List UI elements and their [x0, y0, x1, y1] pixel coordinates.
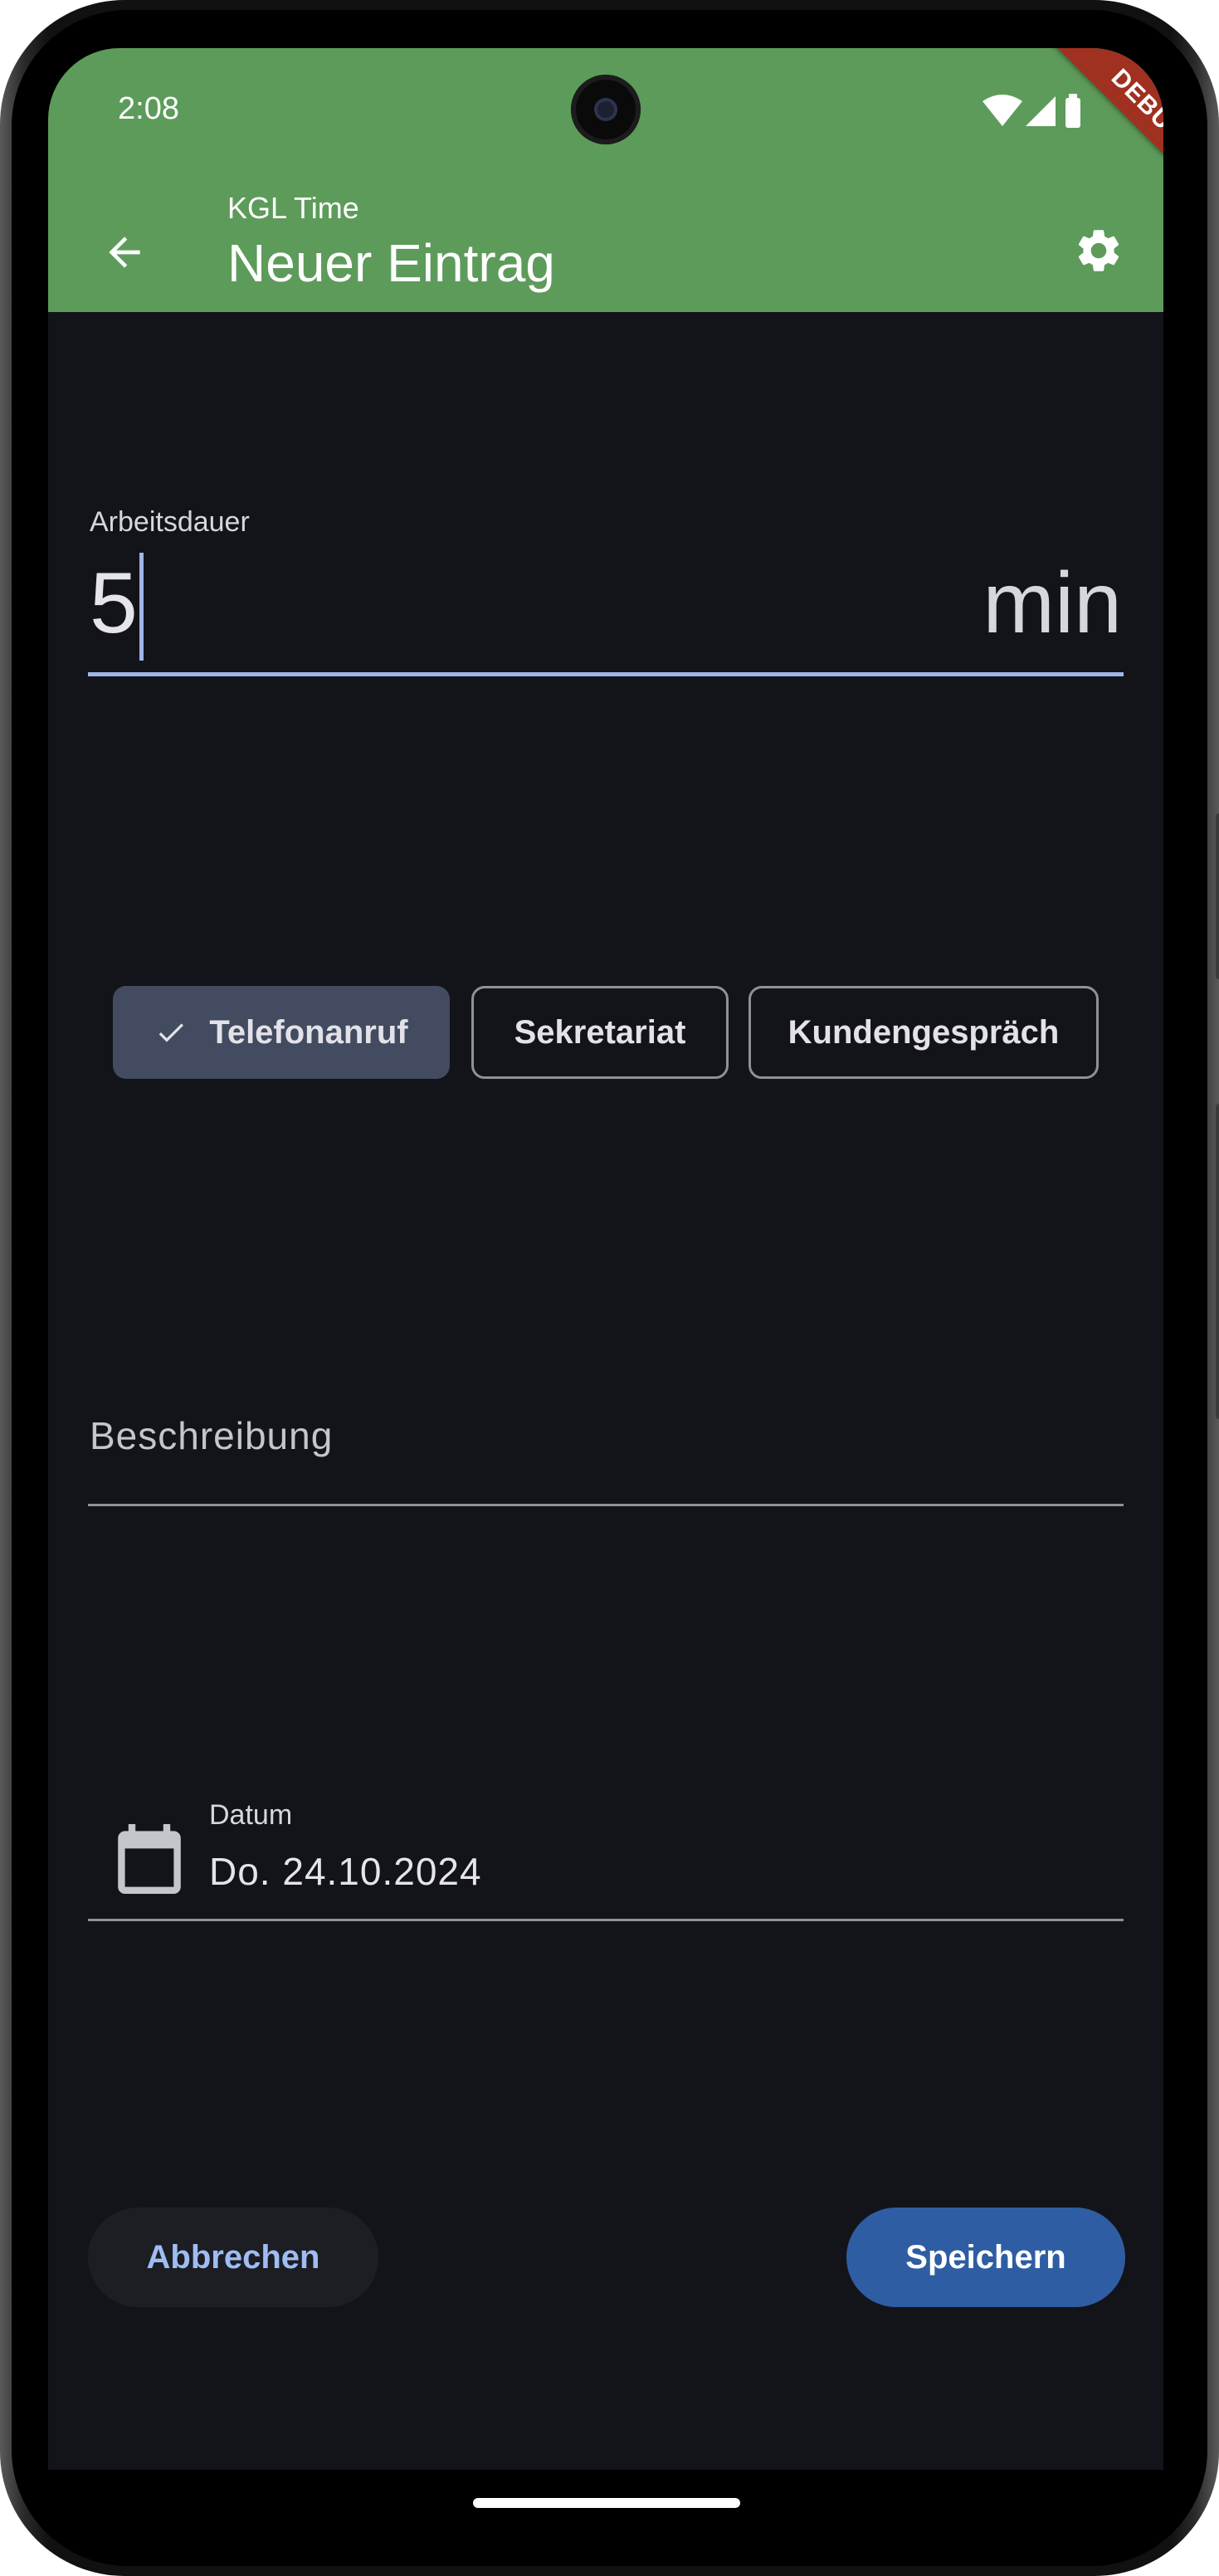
app-bar: 2:08 DEBUG KGL Time Neuer Eintrag	[48, 48, 1163, 312]
power-button	[1216, 1104, 1219, 1419]
save-button[interactable]: Speichern	[846, 2208, 1125, 2307]
front-camera	[571, 75, 641, 144]
status-icons	[983, 93, 1082, 129]
check-icon	[159, 1023, 184, 1042]
chip-telefonanruf[interactable]: Telefonanruf	[113, 986, 450, 1079]
duration-label: Arbeitsdauer	[90, 506, 250, 538]
duration-field-underline	[88, 672, 1124, 676]
calendar-icon[interactable]	[118, 1824, 181, 1894]
wifi-icon	[983, 95, 1022, 126]
chip-label: Kundengespräch	[787, 1013, 1060, 1051]
gear-icon	[1078, 230, 1119, 271]
description-input[interactable]: Beschreibung	[90, 1413, 333, 1458]
chip-label: Telefonanruf	[209, 1013, 408, 1051]
back-button[interactable]	[88, 216, 161, 289]
volume-button	[1216, 813, 1219, 979]
chip-kundengespraech[interactable]: Kundengespräch	[748, 986, 1099, 1079]
settings-button[interactable]	[1062, 214, 1135, 287]
signal-icon	[1026, 96, 1056, 126]
chip-sekretariat[interactable]: Sekretariat	[471, 986, 729, 1079]
cancel-button[interactable]: Abbrechen	[88, 2208, 378, 2307]
app-subtitle: KGL Time	[227, 191, 359, 225]
status-time: 2:08	[118, 91, 179, 126]
page-title: Neuer Eintrag	[227, 233, 555, 293]
duration-input[interactable]: 5	[90, 554, 138, 653]
text-cursor	[139, 553, 144, 661]
description-field-underline	[88, 1504, 1124, 1506]
duration-unit: min	[983, 555, 1122, 651]
app-screen: 2:08 DEBUG KGL Time Neuer Eintrag Arbeit…	[48, 48, 1163, 2470]
phone-frame: 2:08 DEBUG KGL Time Neuer Eintrag Arbeit…	[0, 0, 1219, 2576]
date-input[interactable]: Do. 24.10.2024	[209, 1849, 482, 1894]
battery-icon	[1065, 94, 1080, 128]
arrow-left-icon	[109, 237, 140, 268]
home-gesture-bar[interactable]	[473, 2498, 740, 2508]
chip-label: Sekretariat	[514, 1013, 686, 1051]
debug-banner: DEBUG	[1044, 48, 1163, 212]
date-label: Datum	[209, 1799, 293, 1831]
date-field-underline	[88, 1919, 1124, 1921]
